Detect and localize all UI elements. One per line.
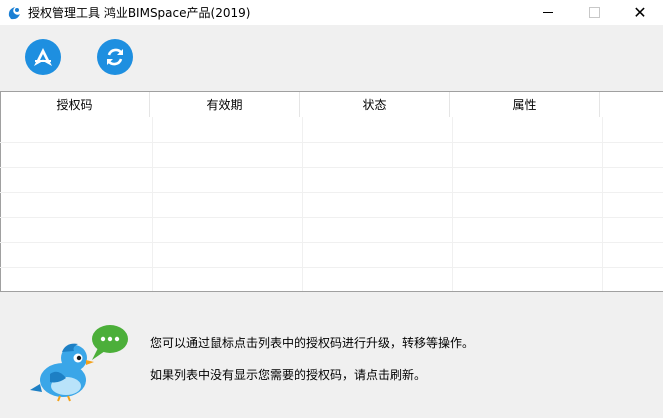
info-panel: 您可以通过鼠标点击列表中的授权码进行升级，转移等操作。 如果列表中没有显示您需要… <box>0 292 663 418</box>
close-icon: ✕ <box>633 3 647 22</box>
close-button[interactable]: ✕ <box>617 0 663 25</box>
row-divider <box>0 267 663 268</box>
maximize-icon <box>588 7 600 18</box>
column-header-attribute[interactable]: 属性 <box>450 92 600 117</box>
row-divider <box>0 142 663 143</box>
row-divider <box>0 242 663 243</box>
upgrade-button[interactable] <box>25 39 61 75</box>
minimize-icon <box>543 12 553 13</box>
table-header: 授权码 有效期 状态 属性 <box>0 92 663 117</box>
row-divider <box>0 217 663 218</box>
upgrade-icon <box>34 48 52 66</box>
app-logo-icon <box>6 5 22 21</box>
column-divider <box>452 117 453 291</box>
info-message-1: 您可以通过鼠标点击列表中的授权码进行升级，转移等操作。 <box>150 336 475 350</box>
column-divider <box>302 117 303 291</box>
column-header-status[interactable]: 状态 <box>300 92 450 117</box>
info-message-2: 如果列表中没有显示您需要的授权码，请点击刷新。 <box>150 368 427 382</box>
row-divider <box>0 167 663 168</box>
toolbar <box>0 25 663 91</box>
refresh-icon <box>107 48 123 66</box>
column-header-code[interactable]: 授权码 <box>0 92 150 117</box>
bird-mascot-icon <box>30 325 128 402</box>
column-header-filler <box>600 92 663 117</box>
window-title: 授权管理工具 鸿业BIMSpace产品(2019) <box>28 6 251 20</box>
title-bar: 授权管理工具 鸿业BIMSpace产品(2019) ✕ <box>0 0 663 25</box>
minimize-button[interactable] <box>525 0 571 25</box>
maximize-button[interactable] <box>571 0 617 25</box>
column-divider <box>152 117 153 291</box>
license-table[interactable]: 授权码 有效期 状态 属性 <box>0 91 663 292</box>
refresh-button[interactable] <box>97 39 133 75</box>
column-divider <box>602 117 603 291</box>
column-header-expiry[interactable]: 有效期 <box>150 92 300 117</box>
row-divider <box>0 192 663 193</box>
